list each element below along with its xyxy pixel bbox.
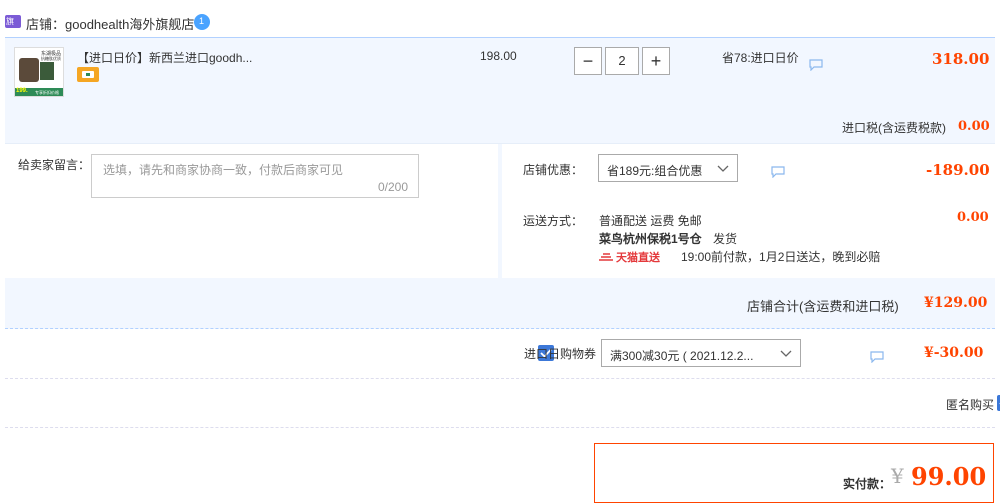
import-tax-label: 进口税(含运费税款) <box>842 121 946 135</box>
payment-summary-box: 实付款： ¥ 99.00 <box>594 443 994 503</box>
quantity-stepper: − 2 + <box>574 47 670 75</box>
shop-name-link[interactable]: 店铺：goodhealth海外旗舰店 <box>26 14 194 33</box>
thumbnail-product-box <box>40 62 54 80</box>
message-placeholder: 选填，请先和商家协商一致，付款后商家可见 <box>103 163 344 177</box>
coupon-value: ¥-30.00 <box>924 345 984 361</box>
chevron-down-icon <box>717 163 729 177</box>
item-thumbnail[interactable]: 东湖极品 抗糖肽优质 199. 专享折扣价格 <box>14 47 64 97</box>
chat-bubble-icon[interactable] <box>771 166 785 178</box>
import-tax-value: 0.00 <box>958 119 990 134</box>
payment-amount: 99.00 <box>911 462 987 491</box>
thumbnail-footer-bar: 199. 专享折扣价格 <box>15 88 63 96</box>
unit-price: 198.00 <box>480 49 517 63</box>
delivery-promise: 19:00前付款，1月2日送达，晚到必赔 <box>681 250 881 264</box>
tmall-direct-logo-icon <box>599 251 613 261</box>
divider <box>5 427 995 428</box>
item-discount-note: 省78:进口日价 <box>722 51 799 65</box>
divider <box>5 378 995 379</box>
quantity-input[interactable]: 2 <box>605 47 639 75</box>
shipping-dispatch: 发货 <box>713 232 738 246</box>
coupon-select[interactable]: 满300减30元 ( 2021.12.2... <box>601 339 801 367</box>
tmall-direct-logo: 天猫直送 <box>616 252 660 264</box>
card-payment-icon-dot <box>86 73 90 76</box>
shipping-label: 运送方式： <box>523 214 584 228</box>
store-total-label: 店铺合计(含运费和进口税) <box>747 299 899 314</box>
quantity-decrease-button[interactable]: − <box>574 47 602 75</box>
item-subtotal: 318.00 <box>932 50 990 68</box>
store-discount-label: 店铺优惠： <box>523 163 584 177</box>
shop-header: 旗舰 店铺：goodhealth海外旗舰店 1 <box>0 8 1000 37</box>
message-textarea[interactable]: 选填，请先和商家协商一致，付款后商家可见 0/200 <box>91 154 419 198</box>
item-title-link[interactable]: 【进口日价】新西兰进口goodh... <box>77 49 252 66</box>
chat-bubble-icon[interactable] <box>870 351 884 363</box>
store-discount-value: -189.00 <box>926 161 990 179</box>
chat-bubble-icon[interactable] <box>809 59 823 71</box>
store-total-value: ¥129.00 <box>924 295 988 311</box>
coupon-label: 进口日购物券 <box>524 347 597 361</box>
thumbnail-product-jar <box>19 58 39 82</box>
quantity-increase-button[interactable]: + <box>642 47 670 75</box>
card-payment-icon <box>77 67 99 82</box>
payment-currency: ¥ <box>891 464 904 488</box>
message-label: 给卖家留言： <box>18 158 91 172</box>
shop-chat-bubble-icon[interactable]: 1 <box>194 14 210 30</box>
shipping-warehouse: 菜鸟杭州保税1号仓 <box>599 232 702 246</box>
anonymous-label: 匿名购买 <box>946 398 995 412</box>
chevron-down-icon <box>780 348 792 362</box>
shipping-fee: 0.00 <box>957 210 989 225</box>
store-discount-select[interactable]: 省189元:组合优惠 <box>598 154 738 182</box>
shipping-method: 普通配送 运费 免邮 <box>599 214 702 228</box>
payment-label: 实付款： <box>843 477 892 491</box>
flagship-store-icon: 旗舰 <box>5 15 21 37</box>
message-counter: 0/200 <box>377 180 408 194</box>
